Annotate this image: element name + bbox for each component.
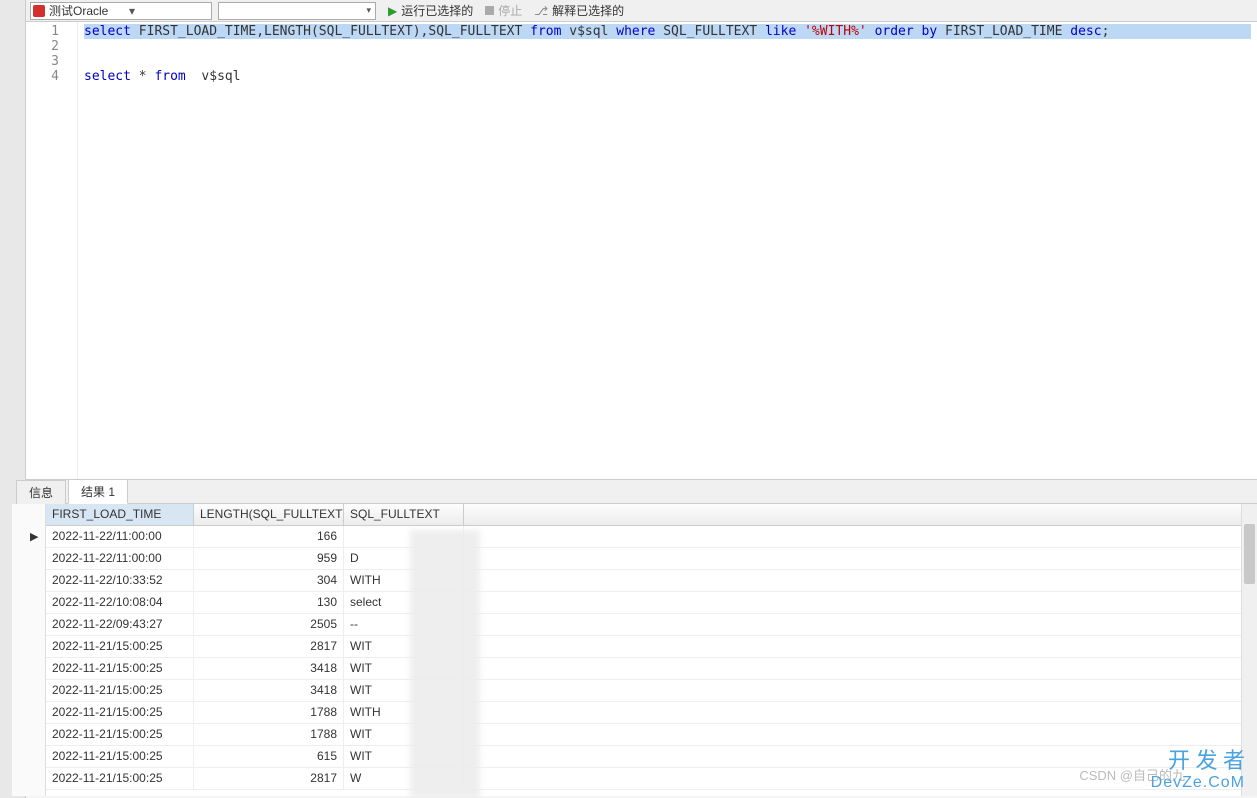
table-row[interactable]: 2022-11-21/15:00:253418WIT [46,680,1257,702]
watermark-logo-top: 开 发 者 [1151,750,1245,772]
explain-selected-button[interactable]: ⎇ 解释已选择的 [528,2,630,20]
oracle-icon [33,5,45,17]
redaction-overlay [410,530,480,798]
table-row[interactable]: 2022-11-21/15:00:25615WIT [46,746,1257,768]
explain-icon: ⎇ [534,4,548,18]
cell-length[interactable]: 3418 [194,680,344,701]
connection-name: 测试Oracle [49,2,129,19]
cell-length[interactable]: 3418 [194,658,344,679]
code-line[interactable] [84,39,1251,54]
line-number-gutter: 1234 [26,22,78,479]
cell-length[interactable]: 304 [194,570,344,591]
run-label: 运行已选择的 [401,2,473,19]
run-selected-button[interactable]: ▶ 运行已选择的 [382,2,479,20]
cell-time[interactable]: 2022-11-21/15:00:25 [46,658,194,679]
results-tabs: 信息 结果 1 [12,480,1257,504]
cell-length[interactable]: 1788 [194,702,344,723]
chevron-down-icon: ▾ [366,5,371,16]
results-grid[interactable]: FIRST_LOAD_TIME LENGTH(SQL_FULLTEXT) SQL… [46,504,1257,796]
table-row[interactable]: 2022-11-22/10:33:52304WITH [46,570,1257,592]
column-header-first-load-time[interactable]: FIRST_LOAD_TIME [46,504,194,525]
cell-length[interactable]: 1788 [194,724,344,745]
cell-length[interactable]: 166 [194,526,344,547]
cell-length[interactable]: 2817 [194,768,344,789]
cell-time[interactable]: 2022-11-21/15:00:25 [46,636,194,657]
tab-result-1[interactable]: 结果 1 [68,479,128,504]
table-row[interactable]: 2022-11-21/15:00:252817WIT [46,636,1257,658]
stop-button[interactable]: 停止 [479,2,528,20]
results-panel: ▶ FIRST_LOAD_TIME LENGTH(SQL_FULLTEXT) S… [12,504,1257,796]
explain-label: 解释已选择的 [552,2,624,19]
cell-time[interactable]: 2022-11-22/11:00:00 [46,526,194,547]
table-row[interactable]: 2022-11-21/15:00:251788WITH [46,702,1257,724]
scrollbar-thumb[interactable] [1244,524,1255,584]
cell-time[interactable]: 2022-11-21/15:00:25 [46,680,194,701]
stop-icon [485,6,494,15]
table-row[interactable]: 2022-11-21/15:00:251788WIT [46,724,1257,746]
cell-length[interactable]: 130 [194,592,344,613]
watermark-logo-bottom: DevZe.CoM [1151,772,1245,794]
schema-dropdown[interactable]: ▾ [218,2,376,20]
sql-editor[interactable]: 1234 select FIRST_LOAD_TIME,LENGTH(SQL_F… [26,22,1257,480]
cell-length[interactable]: 2505 [194,614,344,635]
row-indicator-gutter: ▶ [12,504,46,796]
watermark-logo: 开 发 者 DevZe.CoM [1151,750,1245,794]
table-row[interactable]: 2022-11-21/15:00:252817W [46,768,1257,790]
table-row[interactable]: 2022-11-22/11:00:00959D [46,548,1257,570]
cell-length[interactable]: 2817 [194,636,344,657]
cell-time[interactable]: 2022-11-21/15:00:25 [46,746,194,767]
tab-info[interactable]: 信息 [16,480,66,504]
code-line[interactable]: select FIRST_LOAD_TIME,LENGTH(SQL_FULLTE… [84,24,1251,39]
cell-time[interactable]: 2022-11-22/11:00:00 [46,548,194,569]
stop-label: 停止 [498,2,522,19]
table-row[interactable]: 2022-11-21/15:00:253418WIT [46,658,1257,680]
code-area[interactable]: select FIRST_LOAD_TIME,LENGTH(SQL_FULLTE… [78,22,1257,479]
cell-time[interactable]: 2022-11-21/15:00:25 [46,768,194,789]
table-row[interactable]: 2022-11-22/11:00:00166 [46,526,1257,548]
code-line[interactable]: select * from v$sql [84,69,1251,84]
table-row[interactable]: 2022-11-22/09:43:272505-- [46,614,1257,636]
column-header-sql-fulltext[interactable]: SQL_FULLTEXT [344,504,464,525]
cell-time[interactable]: 2022-11-22/10:33:52 [46,570,194,591]
cell-time[interactable]: 2022-11-21/15:00:25 [46,724,194,745]
cell-time[interactable]: 2022-11-22/09:43:27 [46,614,194,635]
code-line[interactable] [84,54,1251,69]
chevron-down-icon: ▾ [129,4,209,18]
cell-length[interactable]: 615 [194,746,344,767]
table-row[interactable]: 2022-11-22/10:08:04130select [46,592,1257,614]
grid-header: FIRST_LOAD_TIME LENGTH(SQL_FULLTEXT) SQL… [46,504,1257,526]
toolbar: 测试Oracle ▾ ▾ ▶ 运行已选择的 停止 ⎇ 解释已选择的 [26,0,1257,22]
cell-time[interactable]: 2022-11-21/15:00:25 [46,702,194,723]
column-header-length[interactable]: LENGTH(SQL_FULLTEXT) [194,504,344,525]
current-row-pointer: ▶ [30,530,38,543]
cell-length[interactable]: 959 [194,548,344,569]
cell-time[interactable]: 2022-11-22/10:08:04 [46,592,194,613]
play-icon: ▶ [388,4,397,18]
connection-dropdown[interactable]: 测试Oracle ▾ [30,2,212,20]
